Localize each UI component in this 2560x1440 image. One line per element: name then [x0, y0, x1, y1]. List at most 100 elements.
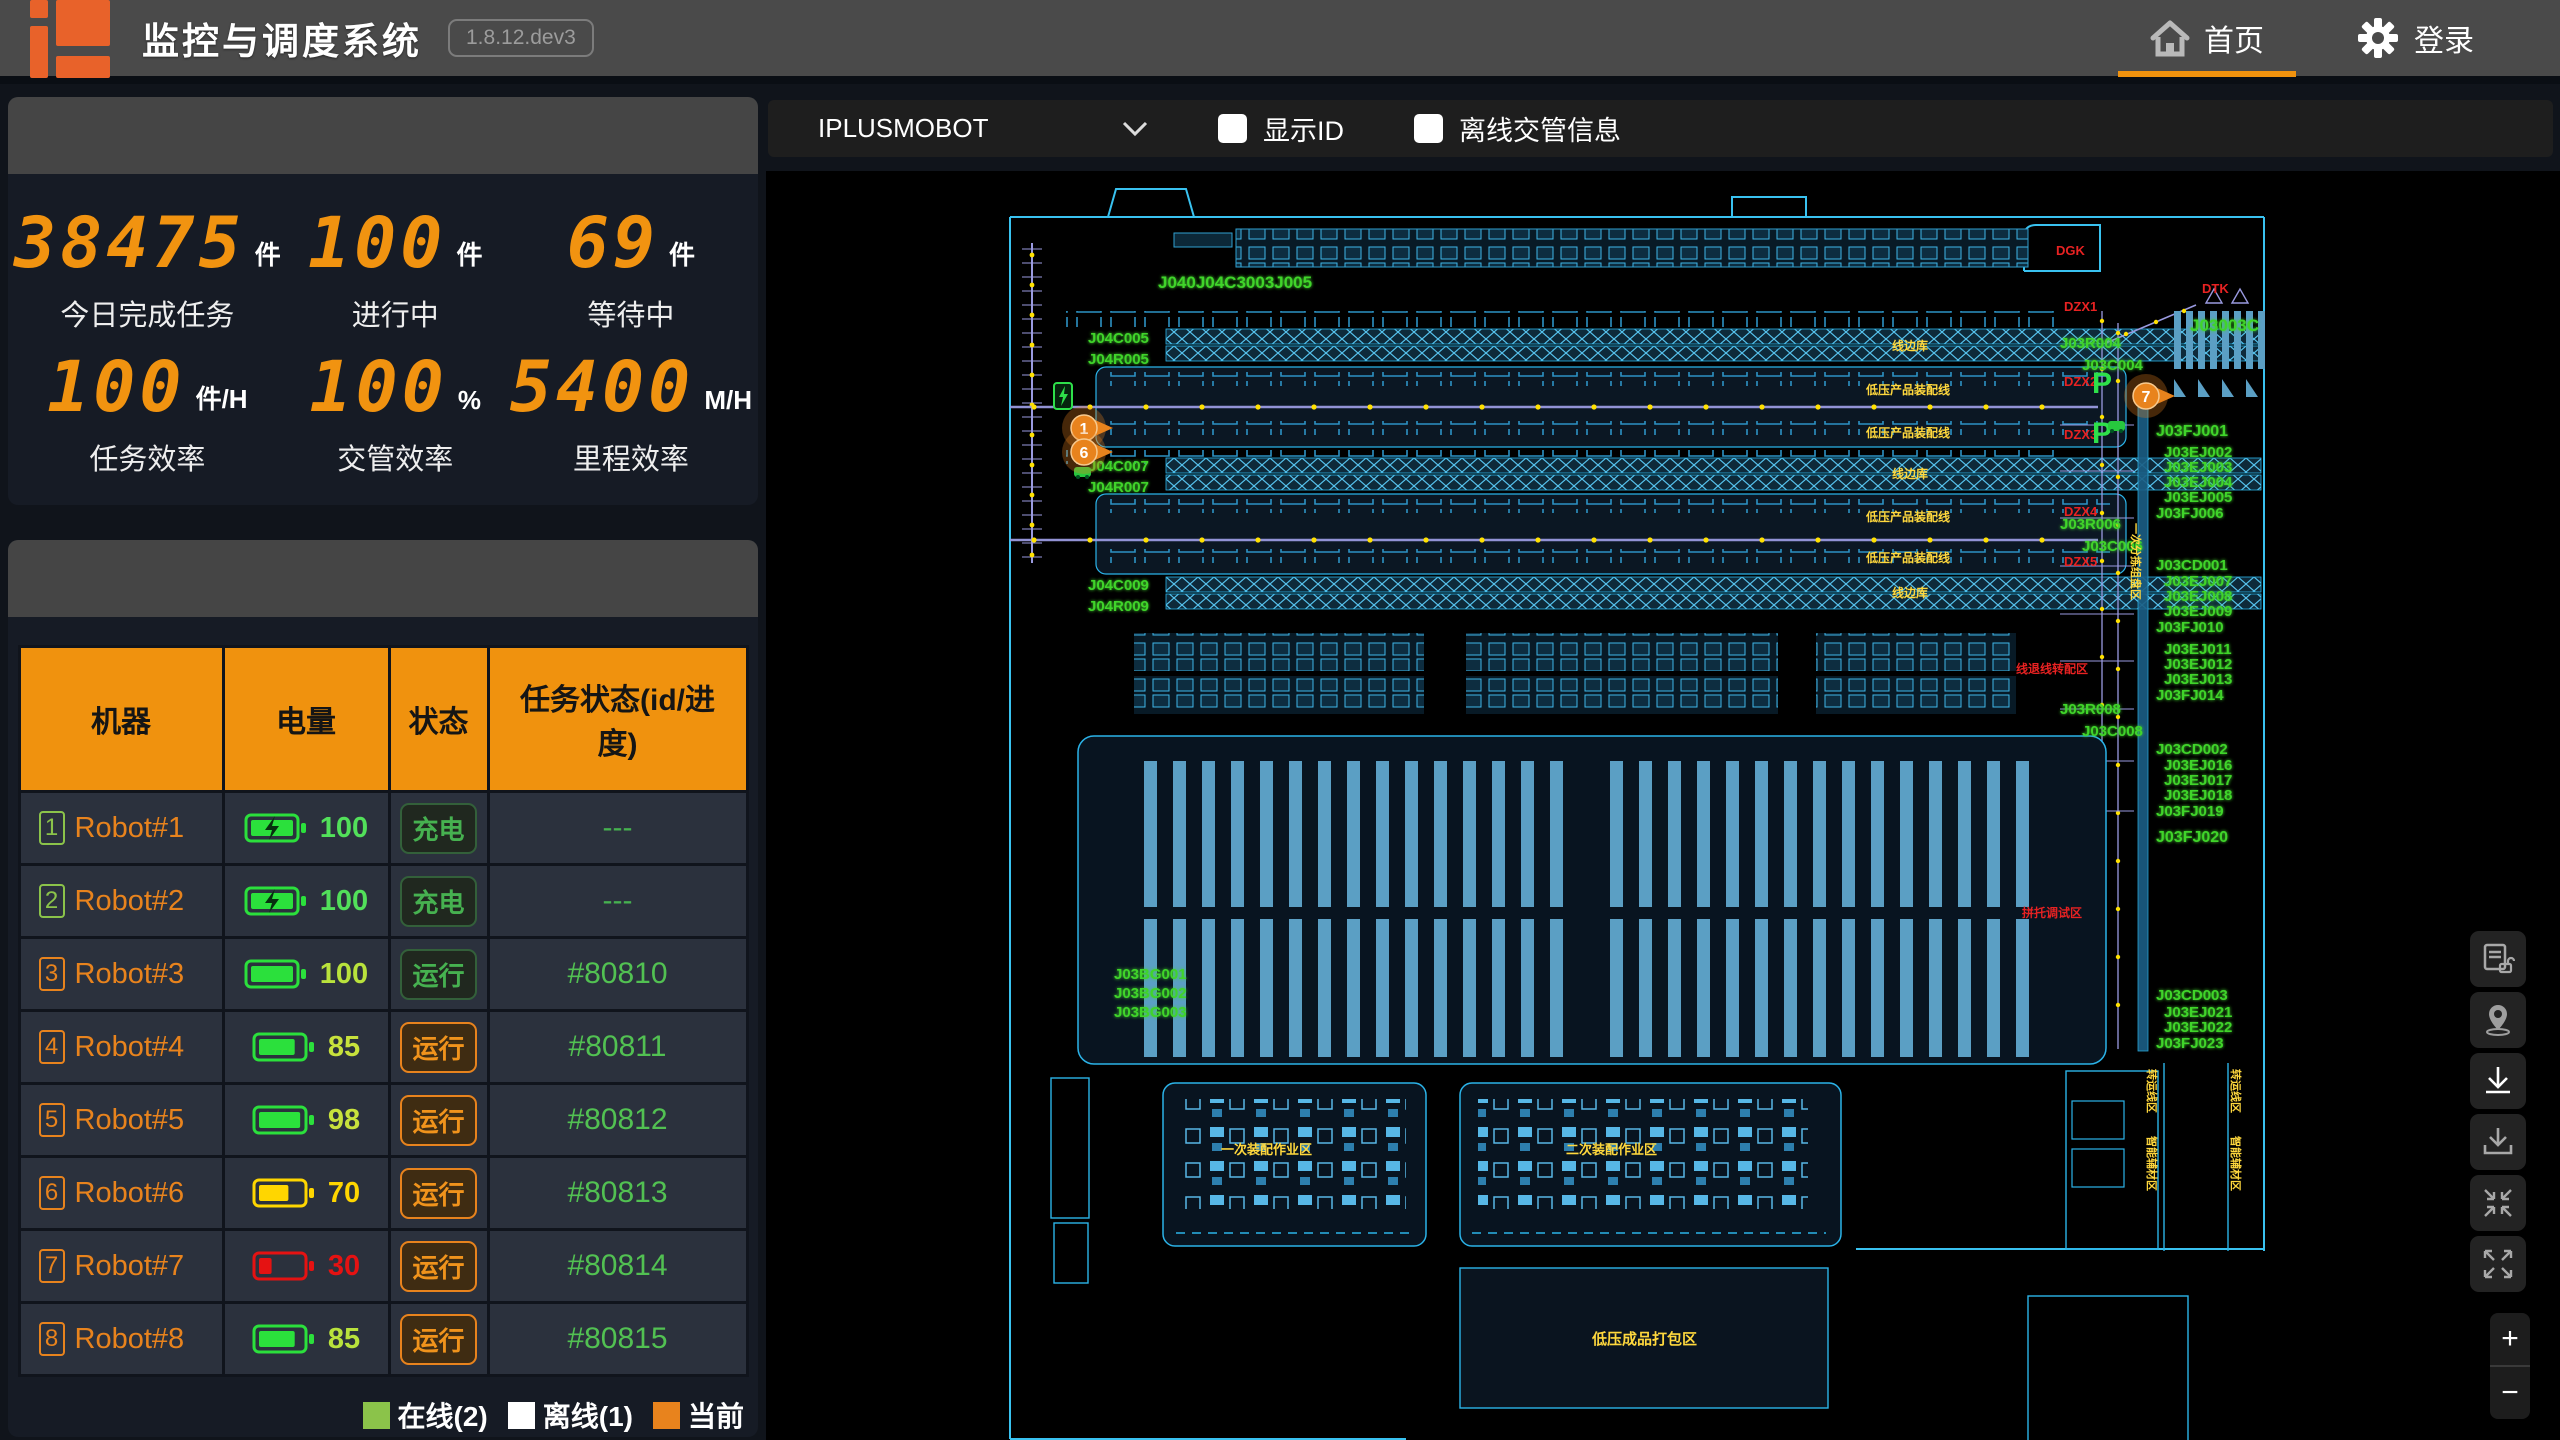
battery-percent: 100 — [320, 885, 368, 918]
doc-unlock-icon — [2481, 942, 2515, 976]
robot-name: Robot#1 — [75, 812, 185, 845]
robot-number-badge: 5 — [39, 1103, 65, 1137]
battery-icon — [244, 810, 308, 846]
svg-text:DZX4: DZX4 — [2064, 504, 2098, 519]
battery-percent: 100 — [320, 812, 368, 845]
table-row[interactable]: 5 Robot#5 98 运行 #80812 — [19, 1084, 747, 1157]
status-badge: 运行 — [400, 949, 476, 1000]
svg-text:J04R005: J04R005 — [1088, 351, 1149, 368]
svg-text:J03FJ020: J03FJ020 — [2156, 829, 2228, 846]
stat-value: 69 — [567, 208, 659, 278]
map-column: IPLUSMOBOT 显示ID 离线交管信息 — [766, 84, 2560, 1440]
offline-traffic-checkbox[interactable] — [1414, 114, 1443, 143]
svg-text:J03EJ022: J03EJ022 — [2164, 1019, 2232, 1036]
task-id: #80813 — [567, 1176, 667, 1209]
battery-percent: 70 — [328, 1177, 360, 1210]
robot-name: Robot#4 — [75, 1031, 185, 1064]
svg-text:拼托调试区: 拼托调试区 — [2022, 905, 2082, 920]
svg-text:二次装配作业区: 二次装配作业区 — [1566, 1142, 1657, 1157]
svg-text:J03BG002: J03BG002 — [1114, 985, 1187, 1002]
nav-home[interactable]: 首页 — [2124, 0, 2290, 80]
task-id: #80815 — [567, 1322, 667, 1355]
download-line-button[interactable] — [2470, 1053, 2526, 1109]
robot-number-badge: 1 — [39, 811, 65, 845]
factory-map[interactable]: J040J04C3003J005J04C005J04R005J04C007J04… — [766, 171, 2560, 1440]
offline-traffic-label: 离线交管信息 — [1459, 109, 1621, 148]
table-row[interactable]: 4 Robot#4 85 运行 #80811 — [19, 1011, 747, 1084]
conveyor-label-box — [1174, 233, 1232, 247]
stat-value: 38475 — [14, 208, 245, 278]
stat-item: 5400M/H里程效率 — [510, 344, 752, 478]
nav-login[interactable]: 登录 — [2330, 0, 2500, 80]
svg-text:线边库: 线边库 — [1892, 338, 1928, 353]
expand-view-button[interactable] — [2470, 1236, 2526, 1292]
table-row[interactable]: 1 Robot#1 100 充电 --- — [19, 792, 747, 865]
stat-value: 100 — [308, 208, 446, 278]
svg-text:低压产品装配线: 低压产品装配线 — [1865, 550, 1950, 565]
svg-text:智能辅材区: 智能辅材区 — [2145, 1136, 2159, 1191]
svg-text:转运线区: 转运线区 — [2145, 1069, 2159, 1113]
app-header: 监控与调度系统 1.8.12.dev3 首页 登录 — [0, 0, 2560, 84]
collapse-view-button[interactable] — [2470, 1175, 2526, 1231]
robot-number-badge: 2 — [39, 884, 65, 918]
svg-text:J03EJ009: J03EJ009 — [2164, 603, 2232, 620]
table-row[interactable]: 6 Robot#6 70 运行 #80813 — [19, 1157, 747, 1230]
table-row[interactable]: 2 Robot#2 100 充电 --- — [19, 865, 747, 938]
svg-text:DZX5: DZX5 — [2064, 554, 2097, 569]
download-tray-button[interactable] — [2470, 1114, 2526, 1170]
stat-label: 进行中 — [281, 292, 510, 334]
locate-button[interactable] — [2470, 992, 2526, 1048]
svg-text:一次分拣组盘区: 一次分拣组盘区 — [2129, 523, 2143, 600]
download-tray-icon — [2481, 1125, 2515, 1159]
robot-number-badge: 3 — [39, 957, 65, 991]
svg-text:J03FJ014: J03FJ014 — [2156, 687, 2224, 704]
svg-text:J03FJ010: J03FJ010 — [2156, 619, 2224, 636]
battery-percent: 100 — [320, 958, 368, 991]
map-select[interactable]: IPLUSMOBOT — [818, 113, 1148, 144]
show-id-checkbox-group[interactable]: 显示ID — [1218, 109, 1344, 148]
zoom-out-button[interactable]: − — [2490, 1367, 2530, 1419]
robot-number-badge: 8 — [39, 1322, 65, 1356]
stats-grid: 38475件今日完成任务100件进行中69件等待中100件/H任务效率100%交… — [8, 174, 758, 478]
svg-text:J04R009: J04R009 — [1088, 598, 1149, 615]
table-row[interactable]: 7 Robot#7 30 运行 #80814 — [19, 1230, 747, 1303]
svg-text:J03R004: J03R004 — [2060, 335, 2122, 352]
status-badge: 充电 — [400, 876, 476, 927]
zoom-in-button[interactable]: + — [2490, 1313, 2530, 1367]
show-id-checkbox[interactable] — [1218, 114, 1247, 143]
svg-text:J04C005: J04C005 — [1088, 330, 1149, 347]
status-badge: 运行 — [400, 1314, 476, 1365]
robot-pin-7[interactable]: 7 — [2124, 374, 2175, 418]
robot-table-header-row: 机器电量状态任务状态(id/进度) — [19, 647, 747, 792]
table-row[interactable]: 8 Robot#8 85 运行 #80815 — [19, 1303, 747, 1376]
robot-table: 机器电量状态任务状态(id/进度) 1 Robot#1 100 充电 --- 2… — [18, 645, 749, 1377]
task-id: #80812 — [567, 1103, 667, 1136]
legend-item: 当前 — [653, 1395, 744, 1435]
show-id-label: 显示ID — [1263, 109, 1344, 148]
svg-text:J04R007: J04R007 — [1088, 479, 1149, 496]
offline-traffic-checkbox-group[interactable]: 离线交管信息 — [1414, 109, 1621, 148]
map-select-value: IPLUSMOBOT — [818, 113, 988, 144]
task-id: #80810 — [567, 957, 667, 990]
map-canvas[interactable]: J040J04C3003J005J04C005J04R005J04C007J04… — [766, 171, 2560, 1440]
svg-text:J04C009: J04C009 — [1088, 577, 1149, 594]
svg-text:J03EJ013: J03EJ013 — [2164, 671, 2232, 688]
robot-name: Robot#6 — [75, 1177, 185, 1210]
stat-label: 今日完成任务 — [14, 292, 281, 334]
stats-panel-header — [8, 97, 758, 174]
battery-percent: 85 — [328, 1323, 360, 1356]
table-row[interactable]: 3 Robot#3 100 运行 #80810 — [19, 938, 747, 1011]
robot-name: Robot#3 — [75, 958, 185, 991]
top-conveyor — [1236, 229, 2028, 267]
status-badge: 充电 — [400, 803, 476, 854]
stat-label: 等待中 — [510, 292, 752, 334]
svg-text:J03BG003: J03BG003 — [1114, 1004, 1187, 1021]
doc-unlock-button[interactable] — [2470, 931, 2526, 987]
svg-text:J03BG001: J03BG001 — [1114, 966, 1187, 983]
battery-icon — [252, 1029, 316, 1065]
svg-text:7: 7 — [2142, 389, 2151, 406]
legend-swatch — [363, 1402, 390, 1429]
svg-text:低压产品装配线: 低压产品装配线 — [1865, 509, 1950, 524]
battery-icon — [252, 1102, 316, 1138]
svg-text:DTK: DTK — [2202, 281, 2229, 296]
